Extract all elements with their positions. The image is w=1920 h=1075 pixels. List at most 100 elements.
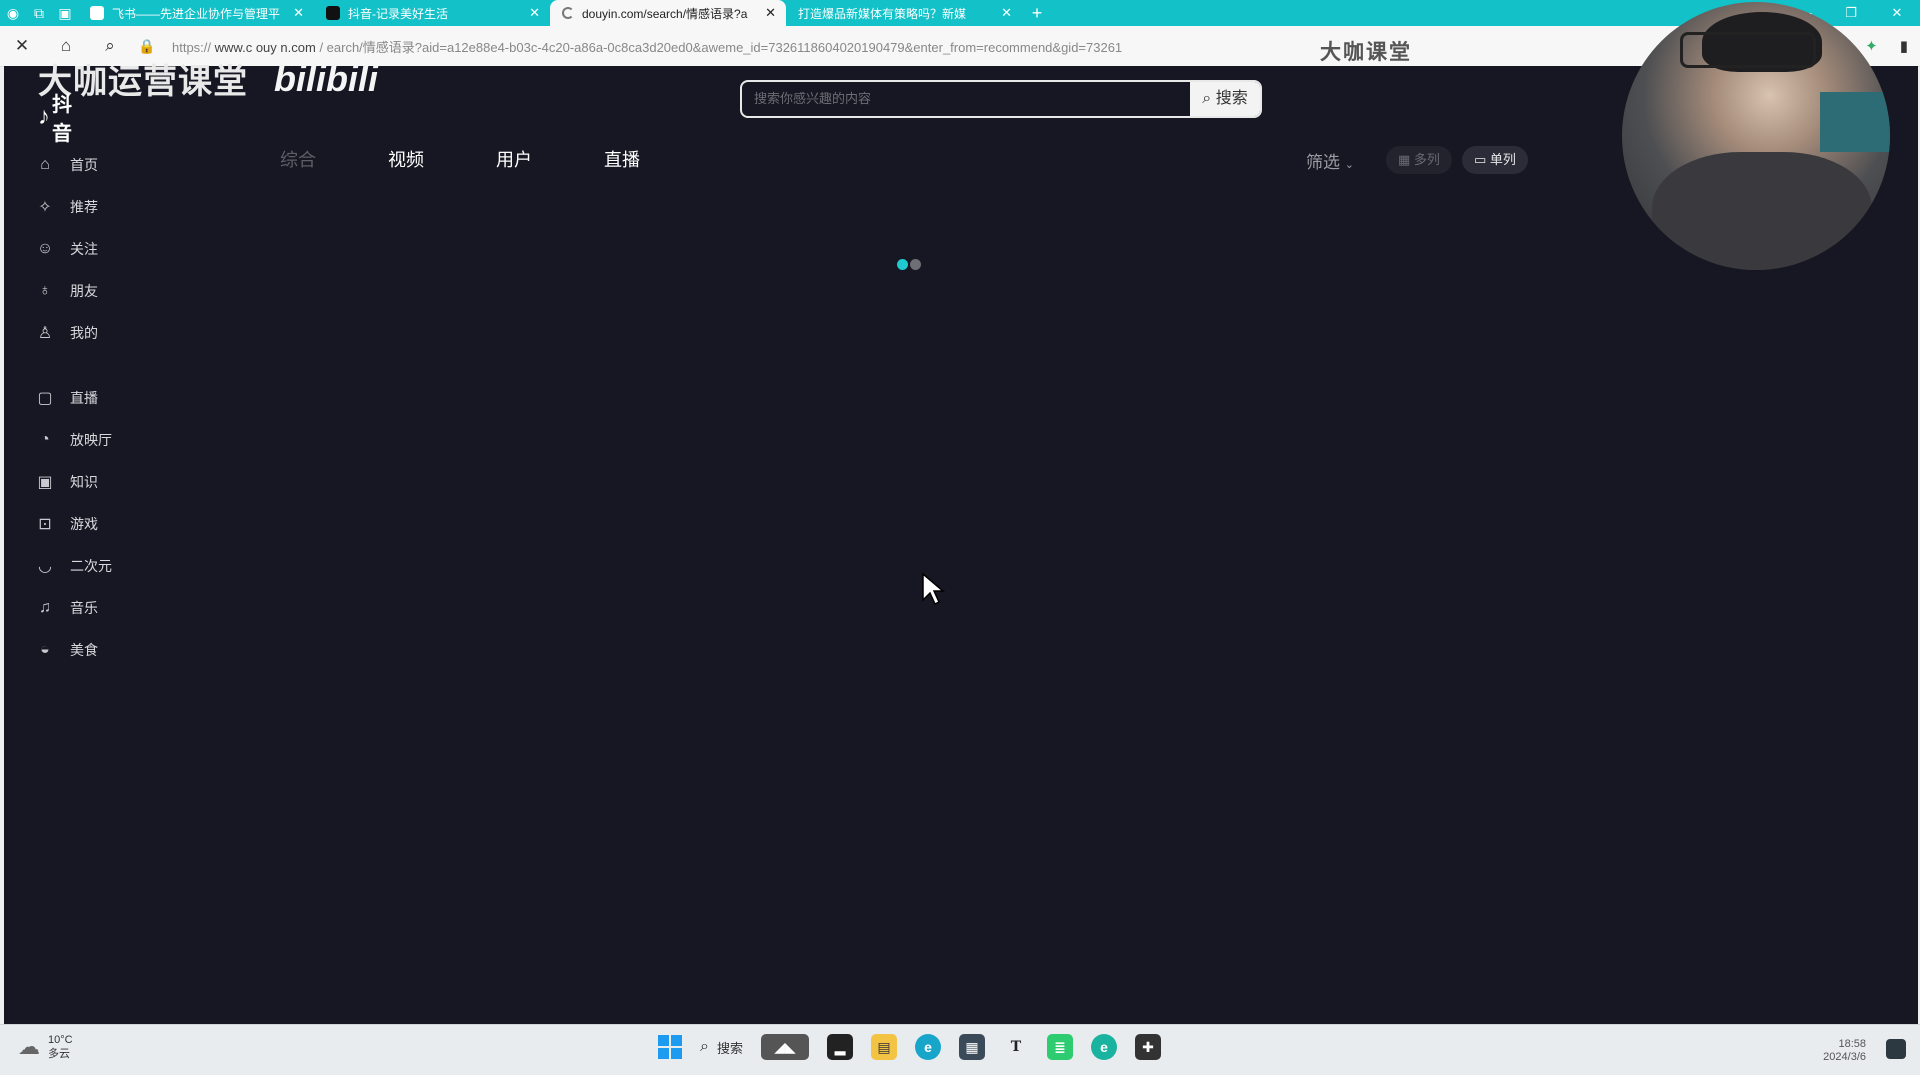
terminal-app-icon[interactable]: ▂ [826,1034,853,1060]
close-tab-icon[interactable]: ✕ [1001,5,1012,21]
sidebar-item-label: 直播 [70,390,98,406]
loading-dot [910,259,921,270]
close-tab-icon[interactable]: ✕ [765,5,776,21]
notes-app-icon[interactable]: ≣ [1046,1034,1073,1060]
loading-indicator [897,259,921,270]
store-app-icon[interactable]: ▦ [958,1034,985,1060]
loading-spinner-icon [562,7,574,19]
url-field[interactable]: https:// www.c ouy n.com / earch/情感语录?ai… [172,37,1272,56]
capture-app-icon[interactable]: ✚ [1134,1034,1161,1060]
sidebar-item-food[interactable]: ◒ 美食 [34,629,112,671]
filter-label: 筛选 [1306,153,1340,172]
anime-icon: ◡ [38,558,52,575]
friends-icon: ♁ [39,282,51,299]
weather-temp: 10°C [48,1034,73,1046]
sidebar-item-home[interactable]: ⌂ 首页 [34,144,112,186]
edge-browser-icon[interactable]: e [914,1034,941,1060]
taskbar-search[interactable]: ⌕ 搜索 [700,1038,743,1057]
sidebar-item-label: 美食 [70,642,98,658]
live-icon: ▢ [37,390,53,407]
search-icon: ⌕ [700,1038,709,1055]
browser-tab-douyin-search[interactable]: douyin.com/search/情感语录?a ✕ [550,0,786,26]
browser-tab-article[interactable]: 打造爆品新媒体有策略吗？新媒 ✕ [786,0,1022,26]
single-column-icon: ▭ [1473,152,1487,167]
close-tab-icon[interactable]: ✕ [529,5,540,21]
sidebar-item-label: 放映厅 [70,432,112,448]
sidebar-toggle-icon[interactable]: ▮ [1900,37,1908,55]
sidebar-item-label: 推荐 [70,199,98,215]
theater-icon: ◔ [40,431,50,448]
sidebar-item-live[interactable]: ▢ 直播 [34,377,112,419]
file-explorer-icon[interactable]: ▤ [870,1034,897,1060]
single-column-button[interactable]: ▭ 单列 [1461,146,1528,174]
windows-start-icon[interactable] [658,1035,682,1059]
sidebar-item-friends[interactable]: ♁ 朋友 [34,270,112,312]
widgets-app-icon[interactable]: ◢◣ [760,1034,809,1060]
douyin-web-app: 大咖运营课堂 bilibili ♪ 抖音 搜索你感兴趣的内容 ⌕ 搜索 ⌂ 首页 … [4,58,1918,1024]
site-info-icon[interactable]: 🔒 [132,38,162,55]
sidebar: ⌂ 首页 ✧ 推荐 ☺ 关注 ♁ 朋友 ♙ 我的 ▢ 直播 ◔ 放映厅 ▣ 知识 ⊡ 游戏 ◡ 二次… [34,144,112,671]
search-result-tabs: 综合 视频 用户 直播 [280,146,712,172]
chevron-down-icon: ⌄ [1344,159,1354,171]
feishu-favicon-icon [90,6,104,20]
home-button-icon[interactable]: ⌂ [44,36,88,56]
tiktok-note-icon: ♪ [38,103,50,130]
close-tab-icon[interactable]: ✕ [293,5,304,21]
sidebar-item-label: 二次元 [70,558,112,574]
tab-actions-icon[interactable]: ▣ [52,0,78,26]
system-clock[interactable]: 18:58 2024/3/6 [1823,1038,1866,1064]
search-box: 搜索你感兴趣的内容 ⌕ 搜索 [740,80,1262,118]
clock-time: 18:58 [1838,1038,1866,1050]
loading-dot [897,259,908,270]
filter-dropdown[interactable]: 筛选 ⌄ [1306,148,1354,173]
mouse-cursor-icon [922,572,945,606]
url-path: / earch/情感语录?aid=a12e88e4-b03c-4c20-a86a… [319,39,1123,55]
sidebar-item-music[interactable]: ♫ 音乐 [34,587,112,629]
home-icon: ⌂ [40,156,50,173]
sidebar-item-recommend[interactable]: ✧ 推荐 [34,186,112,228]
grid-icon: ▦ [1398,152,1411,167]
notification-center-icon[interactable] [1886,1039,1906,1059]
new-tab-button[interactable]: + [1022,3,1052,24]
url-host: www.c ouy n.com [214,39,316,55]
sidebar-item-label: 音乐 [70,600,98,616]
extensions-puzzle-icon[interactable]: ✦ [1865,37,1878,55]
typora-app-icon[interactable]: T [1003,1034,1029,1060]
profile-avatar-icon[interactable]: ◉ [0,0,26,26]
multi-column-button[interactable]: ▦ 多列 [1386,146,1452,174]
sidebar-item-label: 知识 [70,474,98,490]
tab-users[interactable]: 用户 [496,146,604,172]
browser-tab-feishu[interactable]: 飞书——先进企业协作与管理平 ✕ [78,0,314,26]
douyin-logo-text: 抖音 [52,94,72,145]
tab-title: 打造爆品新媒体有策略吗？新媒 [798,6,967,21]
weather-widget[interactable]: ☁ 10°C 多云 [18,1033,73,1061]
single-column-label: 单列 [1489,152,1516,167]
douyin-logo[interactable]: ♪ 抖音 [38,88,72,146]
search-icon[interactable]: ⌕ [88,36,132,56]
sidebar-item-knowledge[interactable]: ▣ 知识 [34,461,112,503]
tab-live[interactable]: 直播 [604,146,712,172]
recommend-icon: ✧ [38,199,52,216]
taskbar-apps: ⌕ 搜索 ◢◣ ▂ ▤ e ▦ T ≣ e ✚ [658,1034,1161,1060]
tab-comprehensive[interactable]: 综合 [280,146,388,172]
search-button-label: 搜索 [1215,90,1248,107]
close-window-icon[interactable]: ✕ [1874,0,1920,26]
tab-video[interactable]: 视频 [388,146,496,172]
edge-dev-icon[interactable]: e [1090,1034,1117,1060]
sidebar-item-theater[interactable]: ◔ 放映厅 [34,419,112,461]
sidebar-item-follow[interactable]: ☺ 关注 [34,228,112,270]
search-button[interactable]: ⌕ 搜索 [1190,82,1260,116]
sidebar-item-anime[interactable]: ◡ 二次元 [34,545,112,587]
workspaces-icon[interactable]: ⧉ [26,0,52,26]
tab-title: 飞书——先进企业协作与管理平 [112,6,281,21]
browser-tab-bar: ◉ ⧉ ▣ 飞书——先进企业协作与管理平 ✕ 抖音-记录美好生活 ✕ douyi… [0,0,1920,26]
maximize-icon[interactable]: ❐ [1828,0,1874,26]
search-input[interactable]: 搜索你感兴趣的内容 [742,82,1190,116]
stop-loading-icon[interactable]: ✕ [0,36,44,56]
browser-tab-douyin-home[interactable]: 抖音-记录美好生活 ✕ [314,0,550,26]
sidebar-item-label: 游戏 [70,516,98,532]
sidebar-item-me[interactable]: ♙ 我的 [34,312,112,354]
sidebar-item-games[interactable]: ⊡ 游戏 [34,503,112,545]
weather-desc: 多云 [48,1048,70,1060]
webcam-overlay [1622,2,1890,270]
